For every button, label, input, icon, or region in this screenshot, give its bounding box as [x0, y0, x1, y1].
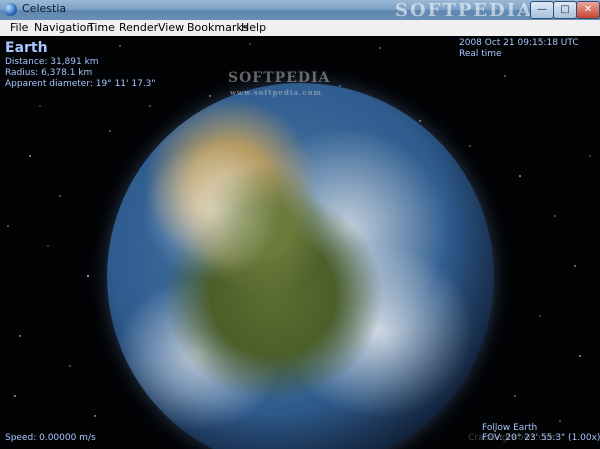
center-watermark-url: www.softpedia.com [230, 88, 322, 97]
time-mode: Real time [459, 49, 502, 59]
menu-bar: File Navigation Time Render View Bookmar… [0, 20, 600, 37]
menu-file[interactable]: File [10, 21, 28, 34]
maximize-button[interactable]: □ [553, 1, 577, 19]
menu-help[interactable]: Help [241, 21, 266, 34]
radius-readout: Radius: 6,378.1 km [5, 68, 93, 78]
simulation-datetime: 2008 Oct 21 09:15:18 UTC [459, 38, 579, 48]
softpedia-watermark: SOFTPEDIA [395, 0, 534, 21]
close-icon: ✕ [583, 4, 593, 15]
earth-globe[interactable] [107, 83, 494, 449]
distance-readout: Distance: 31,891 km [5, 57, 99, 67]
menu-view[interactable]: View [158, 21, 184, 34]
menu-navigation[interactable]: Navigation [34, 21, 93, 34]
center-watermark: SOFTPEDIA [228, 70, 331, 86]
minimize-button[interactable]: — [530, 1, 554, 19]
earth-shading [107, 83, 494, 449]
follow-status: Follow Earth [482, 423, 538, 433]
speed-readout: Speed: 0.00000 m/s [5, 433, 96, 443]
close-button[interactable]: ✕ [576, 1, 600, 19]
menu-bookmarks[interactable]: Bookmarks [187, 21, 248, 34]
object-name: Earth [5, 40, 48, 56]
minimize-icon: — [537, 4, 547, 15]
window-title: Celestia [22, 2, 67, 15]
menu-time[interactable]: Time [88, 21, 115, 34]
space-viewport[interactable]: Earth Distance: 31,891 km Radius: 6,378.… [0, 36, 600, 449]
menu-render[interactable]: Render [119, 21, 158, 34]
footer-watermark: Crackingfwows.com [468, 433, 558, 443]
apparent-diameter-readout: Apparent diameter: 19° 11' 17.3" [5, 79, 156, 89]
celestia-window: Celestia SOFTPEDIA — □ ✕ File Navigation… [0, 0, 600, 449]
celestia-globe-icon [4, 3, 17, 16]
maximize-icon: □ [560, 4, 570, 15]
title-bar[interactable]: Celestia SOFTPEDIA — □ ✕ [0, 0, 600, 21]
